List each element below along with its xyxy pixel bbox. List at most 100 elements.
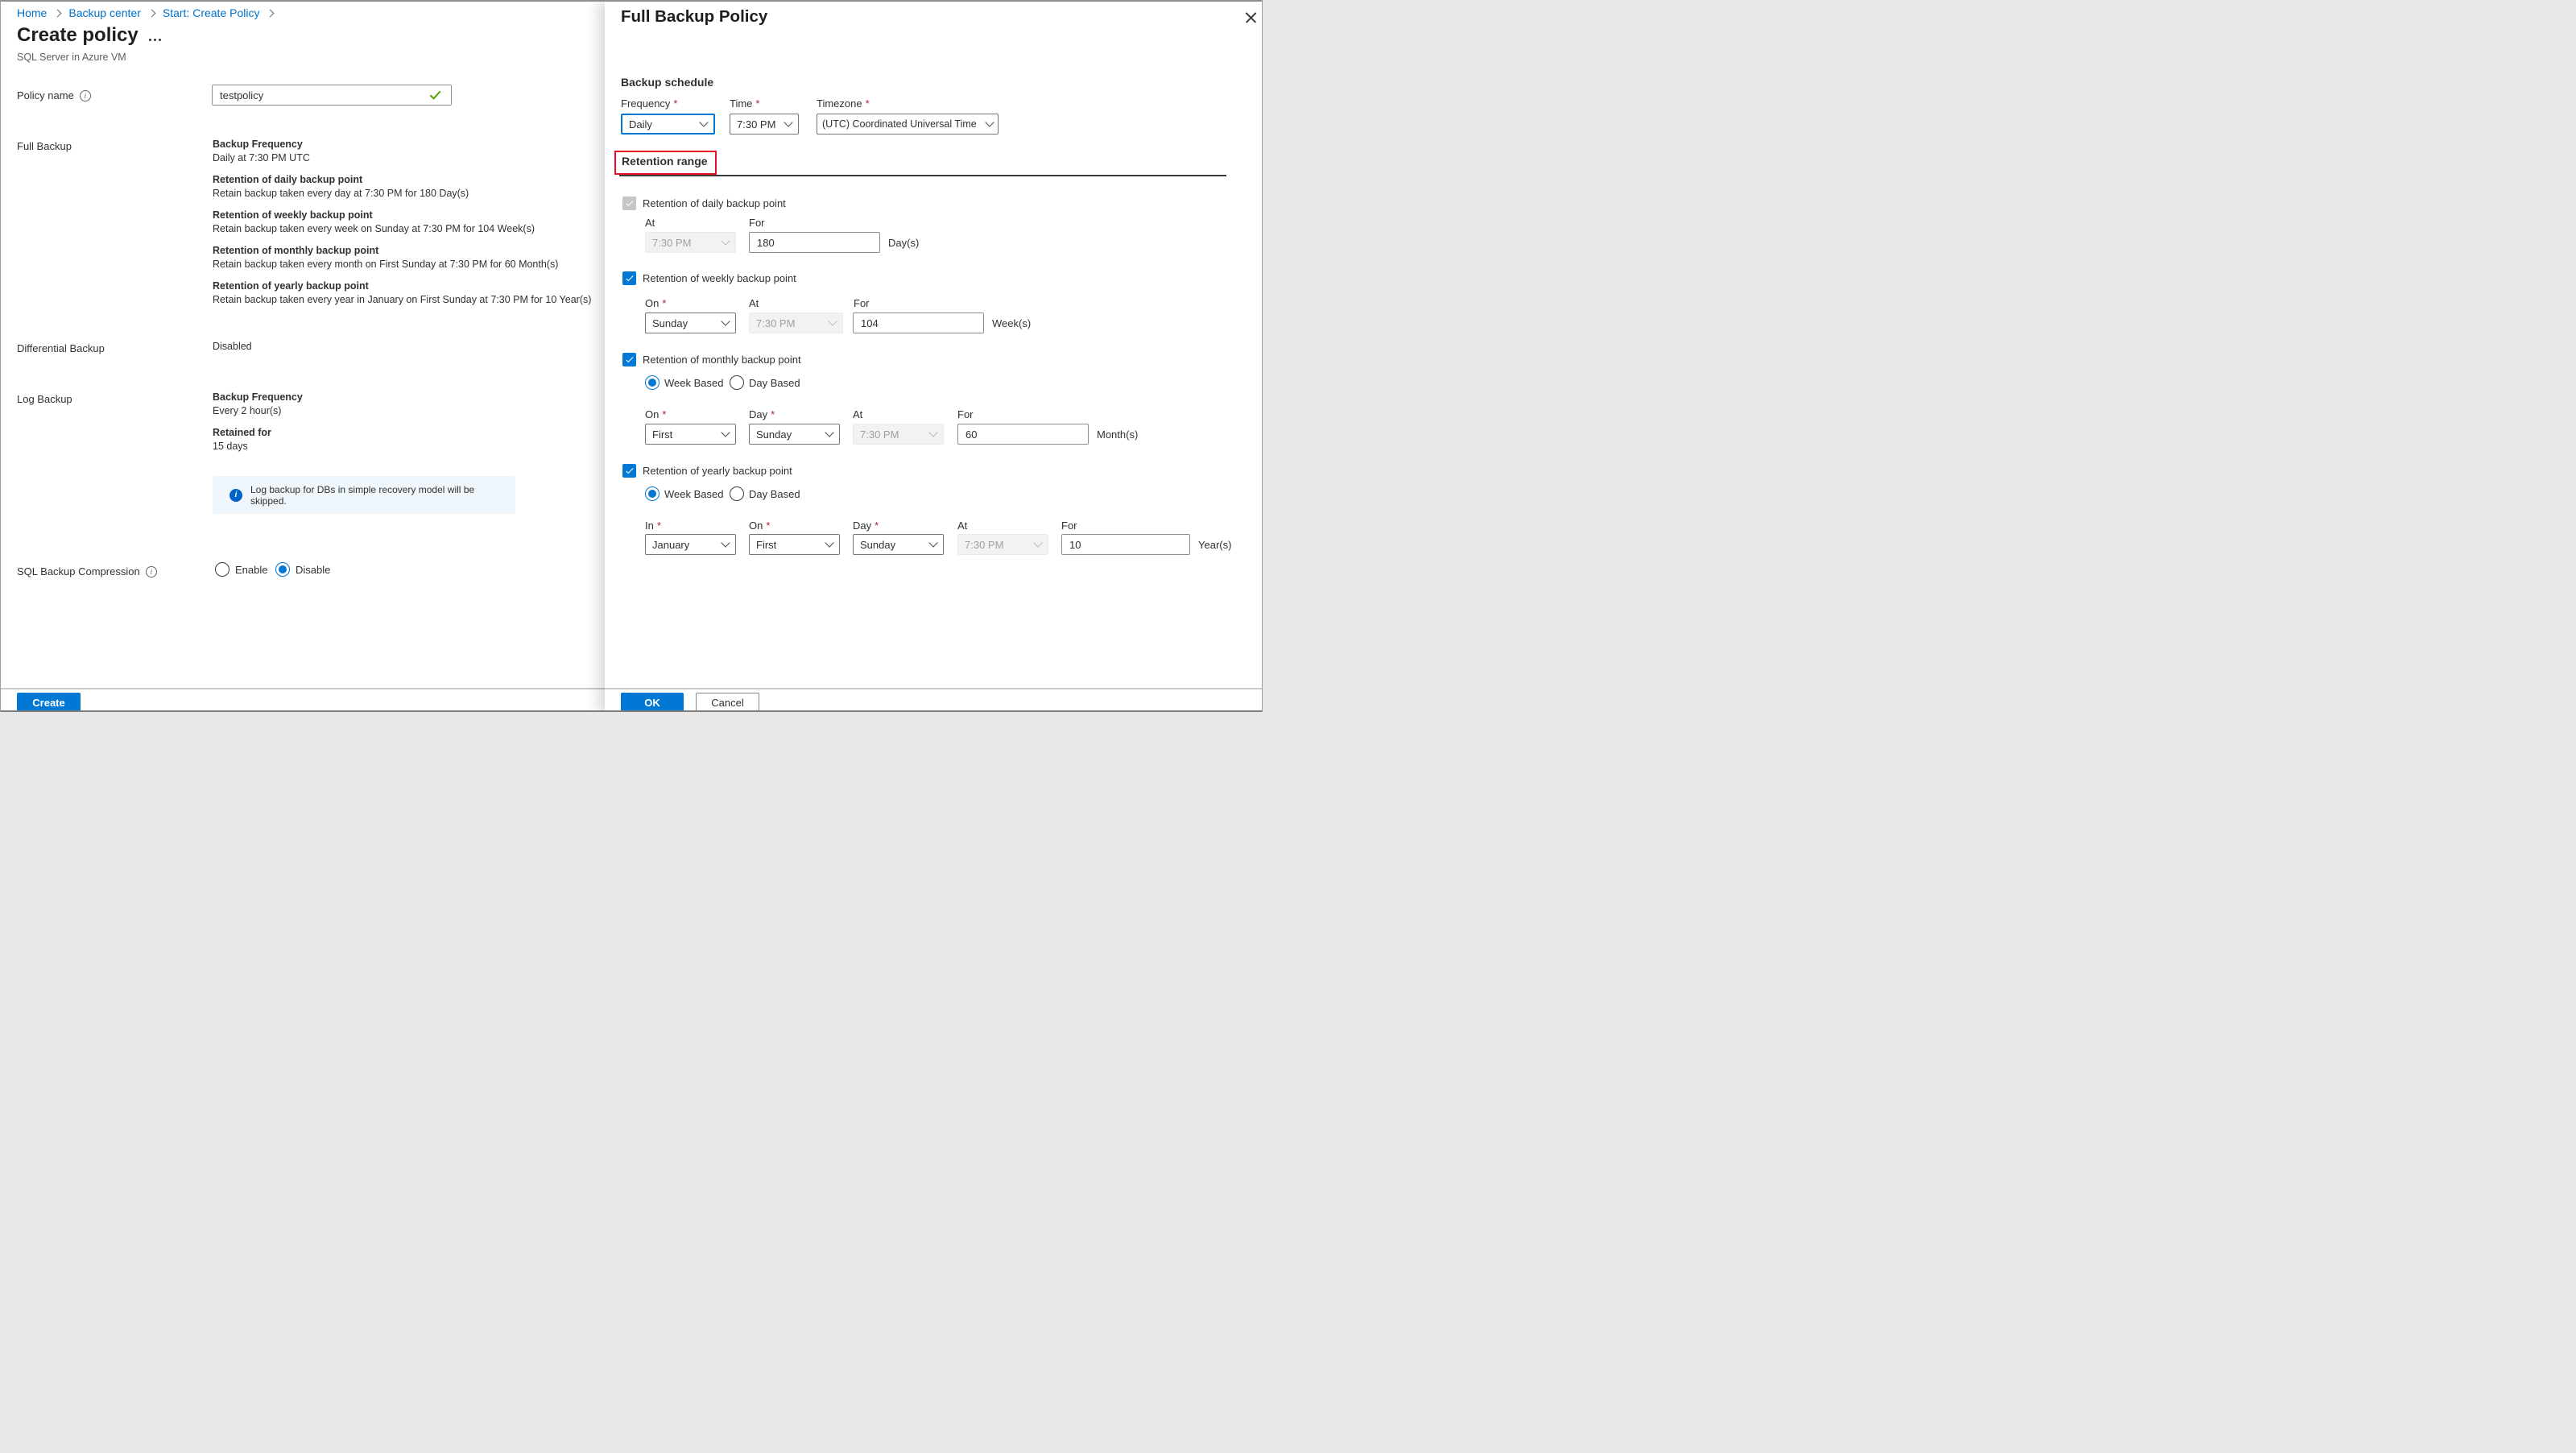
yearly-day-based-label[interactable]: Day Based <box>749 488 800 500</box>
weekly-on-dropdown[interactable]: Sunday <box>645 313 736 333</box>
azure-portal-page: Home Backup center Start: Create Policy … <box>0 0 1263 712</box>
daily-retention-label: Retention of daily backup point <box>643 197 786 209</box>
timezone-label: Timezone * <box>817 97 870 110</box>
summary-text: 15 days <box>213 441 248 452</box>
yearly-at-label: At <box>957 520 968 532</box>
required-marker: * <box>771 408 775 420</box>
weekly-at-dropdown: 7:30 PM <box>749 313 843 333</box>
close-icon[interactable] <box>1245 11 1257 23</box>
summary-text: Retain backup taken every week on Sunday… <box>213 223 535 234</box>
enable-radio[interactable] <box>215 562 229 577</box>
time-label: Time * <box>730 97 760 110</box>
disable-radio-label[interactable]: Disable <box>296 564 330 576</box>
monthly-on-label: On * <box>645 408 667 420</box>
disable-radio[interactable] <box>275 562 290 577</box>
enable-radio-label[interactable]: Enable <box>235 564 267 576</box>
summary-heading: Retained for <box>213 427 271 438</box>
monthly-week-based-radio[interactable] <box>645 375 660 390</box>
daily-at-dropdown: 7:30 PM <box>645 232 736 253</box>
monthly-day-based-radio[interactable] <box>730 375 744 390</box>
info-banner: i Log backup for DBs in simple recovery … <box>213 476 515 514</box>
daily-retention-checkbox <box>622 197 636 210</box>
monthly-at-label: At <box>853 408 863 420</box>
page-title: Create policy <box>17 24 139 46</box>
summary-heading: Backup Frequency <box>213 139 303 150</box>
yearly-week-based-radio[interactable] <box>645 486 660 501</box>
summary-text: Retain backup taken every day at 7:30 PM… <box>213 188 469 199</box>
monthly-for-input[interactable] <box>957 424 1089 445</box>
chevron-right-icon <box>53 9 62 17</box>
yearly-for-input[interactable] <box>1061 534 1190 555</box>
weekly-for-input[interactable] <box>853 313 984 333</box>
monthly-day-label: Day * <box>749 408 775 420</box>
chevron-down-icon <box>721 236 730 246</box>
daily-at-label: At <box>645 217 655 229</box>
summary-heading: Retention of yearly backup point <box>213 280 369 292</box>
monthly-retention-checkbox[interactable] <box>622 353 636 366</box>
monthly-week-based-label[interactable]: Week Based <box>664 377 723 389</box>
breadcrumb-backup-center[interactable]: Backup center <box>68 6 141 19</box>
monthly-day-dropdown[interactable]: Sunday <box>749 424 840 445</box>
yearly-unit-label: Year(s) <box>1198 539 1232 551</box>
yearly-day-label: Day * <box>853 520 879 532</box>
chevron-down-icon <box>825 428 834 437</box>
retention-range-rule <box>619 175 1226 176</box>
yearly-in-dropdown[interactable]: January <box>645 534 736 555</box>
backup-schedule-heading: Backup schedule <box>621 76 714 89</box>
summary-text: Retain backup taken every year in Januar… <box>213 294 592 305</box>
summary-heading: Backup Frequency <box>213 391 303 403</box>
yearly-week-based-label[interactable]: Week Based <box>664 488 723 500</box>
monthly-day-based-label[interactable]: Day Based <box>749 377 800 389</box>
sql-compression-label: SQL Backup Compression i <box>17 565 157 577</box>
time-dropdown[interactable]: 7:30 PM <box>730 114 799 135</box>
summary-heading: Retention of weekly backup point <box>213 209 373 221</box>
breadcrumb-start-create-policy[interactable]: Start: Create Policy <box>163 6 260 19</box>
weekly-at-label: At <box>749 297 759 309</box>
weekly-unit-label: Week(s) <box>992 317 1032 329</box>
more-menu-icon[interactable] <box>149 39 161 41</box>
monthly-unit-label: Month(s) <box>1097 428 1139 441</box>
yearly-day-dropdown[interactable]: Sunday <box>853 534 944 555</box>
daily-unit-label: Day(s) <box>888 237 920 249</box>
monthly-at-dropdown: 7:30 PM <box>853 424 944 445</box>
cancel-button[interactable]: Cancel <box>696 693 759 710</box>
page-subtitle: SQL Server in Azure VM <box>17 52 126 63</box>
monthly-on-dropdown[interactable]: First <box>645 424 736 445</box>
required-marker: * <box>673 97 678 110</box>
daily-for-input[interactable] <box>749 232 880 253</box>
yearly-on-dropdown[interactable]: First <box>749 534 840 555</box>
create-policy-pane: Home Backup center Start: Create Policy … <box>1 2 605 710</box>
chevron-down-icon <box>828 317 837 326</box>
yearly-at-dropdown: 7:30 PM <box>957 534 1048 555</box>
info-banner-text: Log backup for DBs in simple recovery mo… <box>250 483 475 507</box>
yearly-retention-checkbox[interactable] <box>622 464 636 478</box>
chevron-down-icon <box>928 538 938 548</box>
timezone-dropdown[interactable]: (UTC) Coordinated Universal Time <box>817 114 999 135</box>
breadcrumb-home[interactable]: Home <box>17 6 47 19</box>
panel-footer-divider <box>605 688 1262 689</box>
yearly-in-label: In * <box>645 520 661 532</box>
weekly-retention-label: Retention of weekly backup point <box>643 272 796 284</box>
ok-button[interactable]: OK <box>621 693 684 710</box>
chevron-down-icon <box>985 118 994 127</box>
policy-name-input[interactable] <box>212 85 452 106</box>
info-icon: i <box>79 89 91 101</box>
breadcrumb: Home Backup center Start: Create Policy <box>17 6 281 19</box>
chevron-right-icon <box>147 9 156 17</box>
required-marker: * <box>662 408 667 420</box>
yearly-day-based-radio[interactable] <box>730 486 744 501</box>
yearly-on-label: On * <box>749 520 771 532</box>
required-marker: * <box>766 520 771 532</box>
create-button[interactable]: Create <box>17 693 81 710</box>
chevron-down-icon <box>1033 538 1043 548</box>
policy-name-label: Policy name i <box>17 89 91 101</box>
monthly-retention-label: Retention of monthly backup point <box>643 354 801 366</box>
chevron-down-icon <box>784 118 793 127</box>
daily-for-label: For <box>749 217 765 229</box>
weekly-for-label: For <box>854 297 870 309</box>
full-backup-policy-panel: Full Backup Policy Backup schedule Frequ… <box>605 2 1262 710</box>
weekly-retention-checkbox[interactable] <box>622 271 636 285</box>
panel-title: Full Backup Policy <box>621 7 768 26</box>
frequency-dropdown[interactable]: Daily <box>621 114 715 135</box>
weekly-on-label: On * <box>645 297 667 309</box>
